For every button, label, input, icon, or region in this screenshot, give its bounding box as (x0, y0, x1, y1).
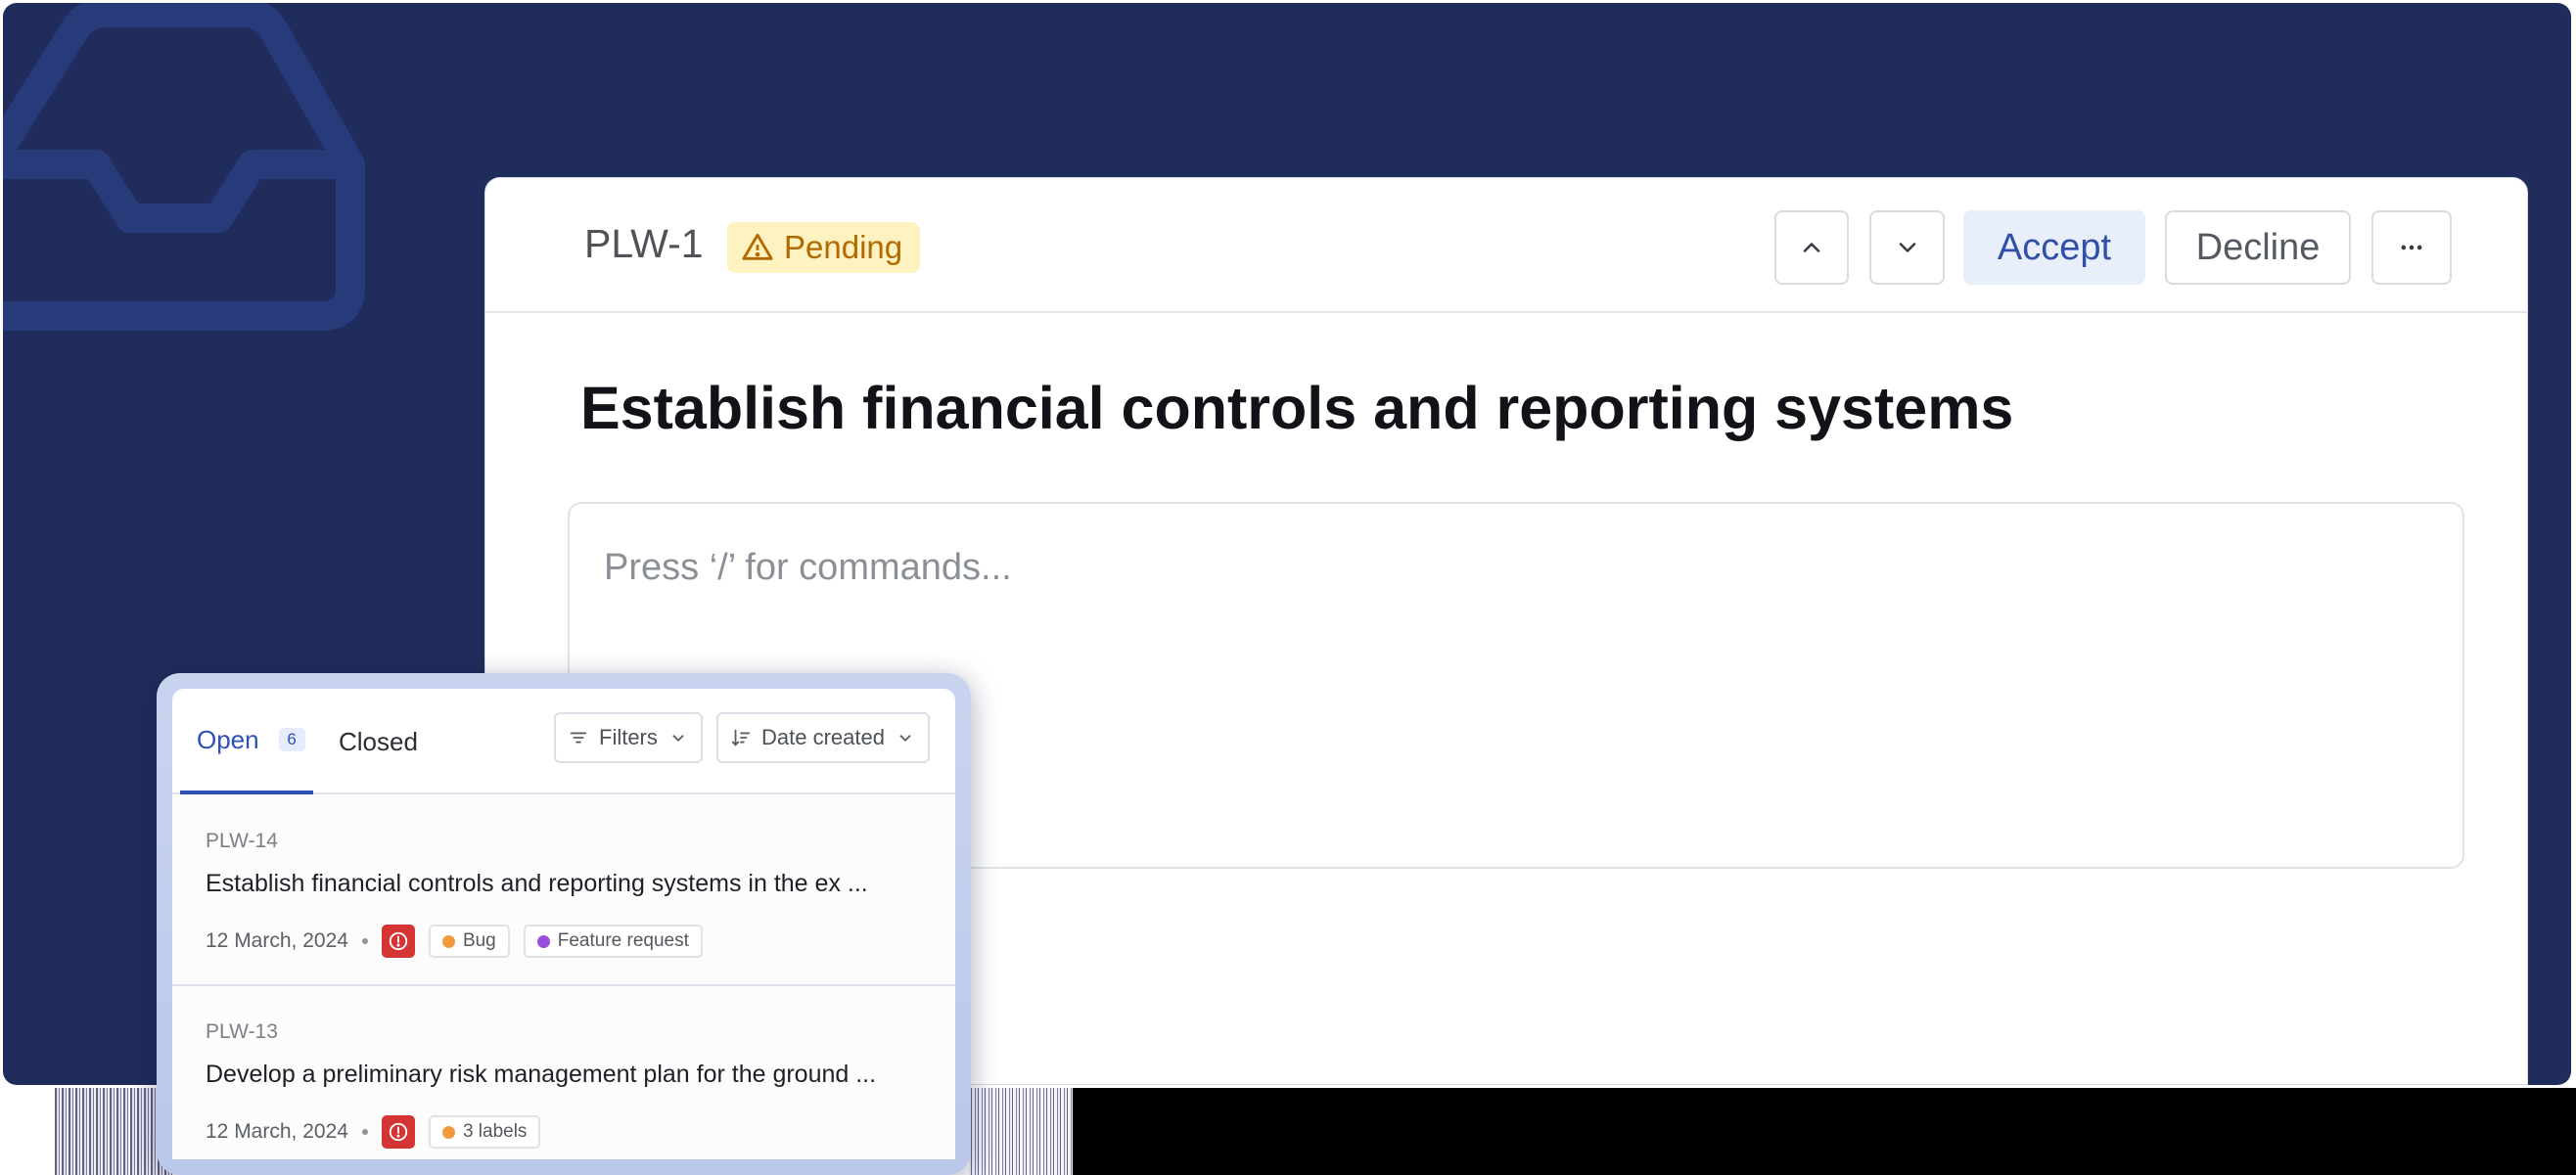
inbox-icon (3, 3, 375, 336)
bottom-strip (1073, 1088, 2576, 1175)
chevron-down-icon (1899, 243, 1915, 252)
list-item-meta: 12 March, 2024 Bug Feature request (206, 924, 703, 959)
issue-list-card: Open 6 Closed Filters Date created PLW-1… (157, 673, 971, 1175)
list-toolbar: Open 6 Closed Filters Date created (172, 689, 955, 794)
issue-header: PLW-1 Pending Accept Decline (485, 178, 2527, 313)
label-feature-request[interactable]: Feature request (523, 925, 703, 958)
separator-dot (361, 938, 368, 944)
next-issue-button[interactable] (1869, 210, 1945, 285)
issue-title[interactable]: Establish financial controls and reporti… (580, 374, 2013, 442)
sort-label: Date created (761, 725, 885, 749)
render-artifact (969, 1088, 1073, 1175)
list-item-id: PLW-14 (206, 830, 278, 852)
separator-dot (361, 1129, 368, 1135)
label-group[interactable]: 3 labels (428, 1115, 541, 1149)
label-color-dot (441, 1125, 455, 1139)
list-item-id: PLW-13 (206, 1020, 278, 1043)
label-text: 3 labels (462, 1121, 528, 1142)
previous-issue-button[interactable] (1774, 210, 1849, 285)
decline-button[interactable]: Decline (2165, 210, 2351, 285)
filters-button[interactable]: Filters (554, 712, 703, 763)
list-item[interactable]: PLW-13 Develop a preliminary risk manage… (172, 987, 955, 1159)
filters-label: Filters (599, 725, 658, 749)
list-item-meta: 12 March, 2024 3 labels (206, 1114, 541, 1150)
editor-placeholder: Press ‘/’ for commands... (604, 547, 1012, 588)
status-badge: Pending (727, 222, 921, 273)
chevron-down-icon (899, 735, 911, 743)
issue-id: PLW-1 (584, 221, 704, 266)
warning-icon (742, 233, 773, 260)
sort-icon (731, 729, 751, 746)
priority-badge (381, 1115, 415, 1149)
render-artifact (55, 1088, 172, 1175)
list-item-title: Develop a preliminary risk management pl… (206, 1061, 877, 1088)
priority-badge (381, 925, 415, 958)
filter-icon (570, 732, 587, 744)
label-bug[interactable]: Bug (428, 925, 510, 958)
list-item-date: 12 March, 2024 (206, 929, 348, 952)
label-text: Bug (462, 930, 496, 951)
list-item[interactable]: PLW-14 Establish financial controls and … (172, 796, 955, 986)
list-item-title: Establish financial controls and reporti… (206, 870, 868, 897)
urgent-icon (389, 1122, 408, 1142)
label-color-dot (536, 934, 550, 948)
sort-button[interactable]: Date created (716, 712, 930, 763)
status-label: Pending (784, 229, 903, 265)
chevron-down-icon (672, 735, 684, 743)
tab-closed[interactable]: Closed (339, 689, 418, 794)
urgent-icon (389, 931, 408, 951)
label-color-dot (441, 934, 455, 948)
tab-open[interactable]: Open 6 (180, 689, 313, 794)
accept-button[interactable]: Accept (1963, 210, 2145, 285)
chevron-up-icon (1803, 243, 1820, 252)
more-horizontal-icon (2401, 245, 2422, 250)
more-options-button[interactable] (2371, 210, 2452, 285)
open-count-badge: 6 (278, 728, 305, 751)
issue-list: Open 6 Closed Filters Date created PLW-1… (172, 689, 955, 1159)
tab-closed-label: Closed (339, 726, 418, 756)
list-item-date: 12 March, 2024 (206, 1120, 348, 1143)
label-text: Feature request (557, 930, 689, 951)
tab-open-label: Open (197, 724, 259, 754)
